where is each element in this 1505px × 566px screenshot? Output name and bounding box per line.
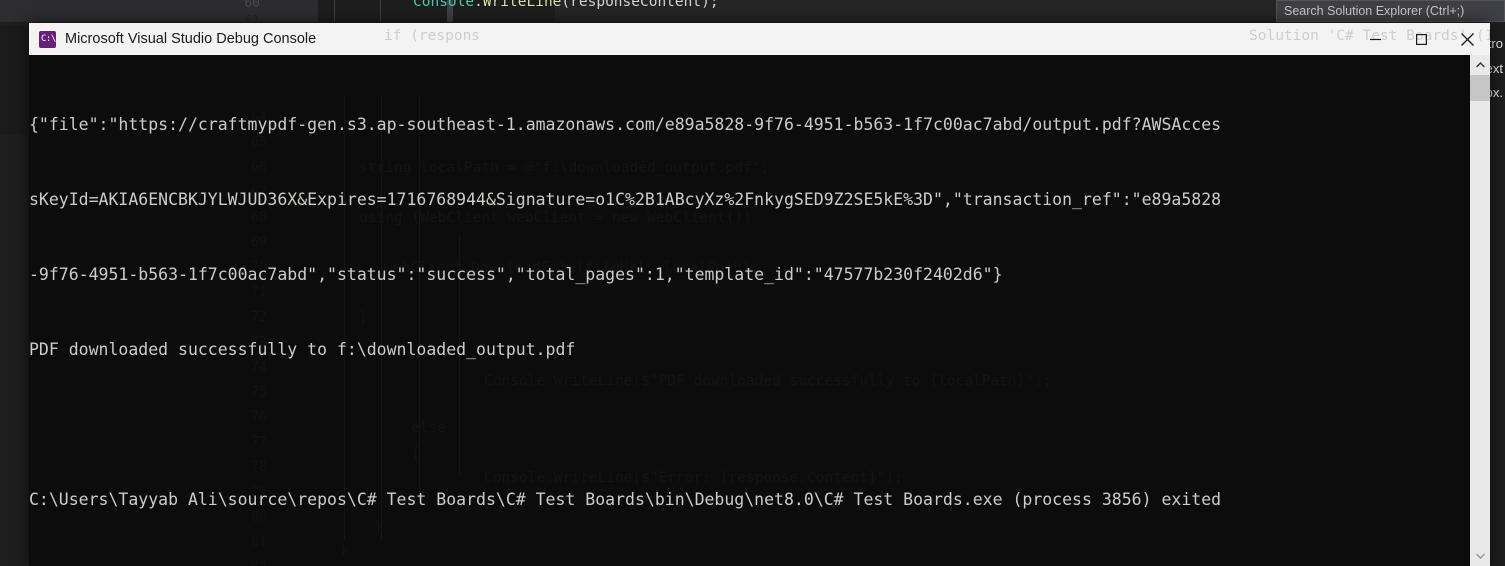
close-icon xyxy=(1460,32,1474,46)
console-scrollbar[interactable] xyxy=(1470,55,1490,566)
console-line: PDF downloaded successfully to f:\downlo… xyxy=(29,340,576,359)
maximize-icon xyxy=(1415,33,1427,45)
minimize-button[interactable] xyxy=(1352,23,1398,55)
indent-guide xyxy=(380,0,381,22)
console-line: -9f76-4951-b563-1f7c00ac7abd","status":"… xyxy=(29,265,1003,284)
indent-guide xyxy=(334,0,335,22)
titlebar-ghost-text: if (respons xyxy=(384,28,481,44)
console-window-icon: C:\ xyxy=(39,30,56,48)
search-solution-explorer-box[interactable]: Search Solution Explorer (Ctrl+;) xyxy=(1276,0,1505,22)
editor-code-line-top: Console.WriteLine(responseContent); xyxy=(413,0,719,10)
minimize-icon xyxy=(1369,38,1381,40)
scrollbar-thumb[interactable] xyxy=(1470,75,1490,101)
window-controls xyxy=(1352,23,1490,55)
console-line: {"file":"https://craftmypdf-gen.s3.ap-so… xyxy=(29,115,1222,134)
scroll-down-arrow[interactable] xyxy=(1470,546,1490,566)
close-button[interactable] xyxy=(1444,23,1490,55)
search-input-placeholder: Search Solution Explorer (Ctrl+;) xyxy=(1284,4,1465,18)
console-title-bar[interactable]: if (respons Solution 'C# Test Boards' (1… xyxy=(29,23,1490,55)
console-line: C:\Users\Tayyab Ali\source\repos\C# Test… xyxy=(29,490,1222,509)
debug-console-window[interactable]: if (respons Solution 'C# Test Boards' (1… xyxy=(29,23,1490,566)
console-window-title: Microsoft Visual Studio Debug Console xyxy=(65,31,317,47)
console-line: sKeyId=AKIA6ENCBKJYLWJUD36X&Expires=1716… xyxy=(29,190,1222,209)
console-output-area[interactable]: 64 65 66 67 68 69 70 71 72 73 74 75 76 7… xyxy=(29,55,1490,566)
console-line: with code 0. xyxy=(29,562,1221,566)
console-icon-glyph: C:\ xyxy=(41,33,56,44)
maximize-button[interactable] xyxy=(1398,23,1444,55)
chevron-up-icon xyxy=(1475,62,1485,68)
console-text-output: {"file":"https://craftmypdf-gen.s3.ap-so… xyxy=(29,55,1221,566)
tooltip-fragment-panel xyxy=(0,25,29,135)
scroll-up-arrow[interactable] xyxy=(1470,55,1490,75)
gutter-line-number: 60 xyxy=(244,0,260,11)
chevron-down-icon xyxy=(1475,553,1485,559)
